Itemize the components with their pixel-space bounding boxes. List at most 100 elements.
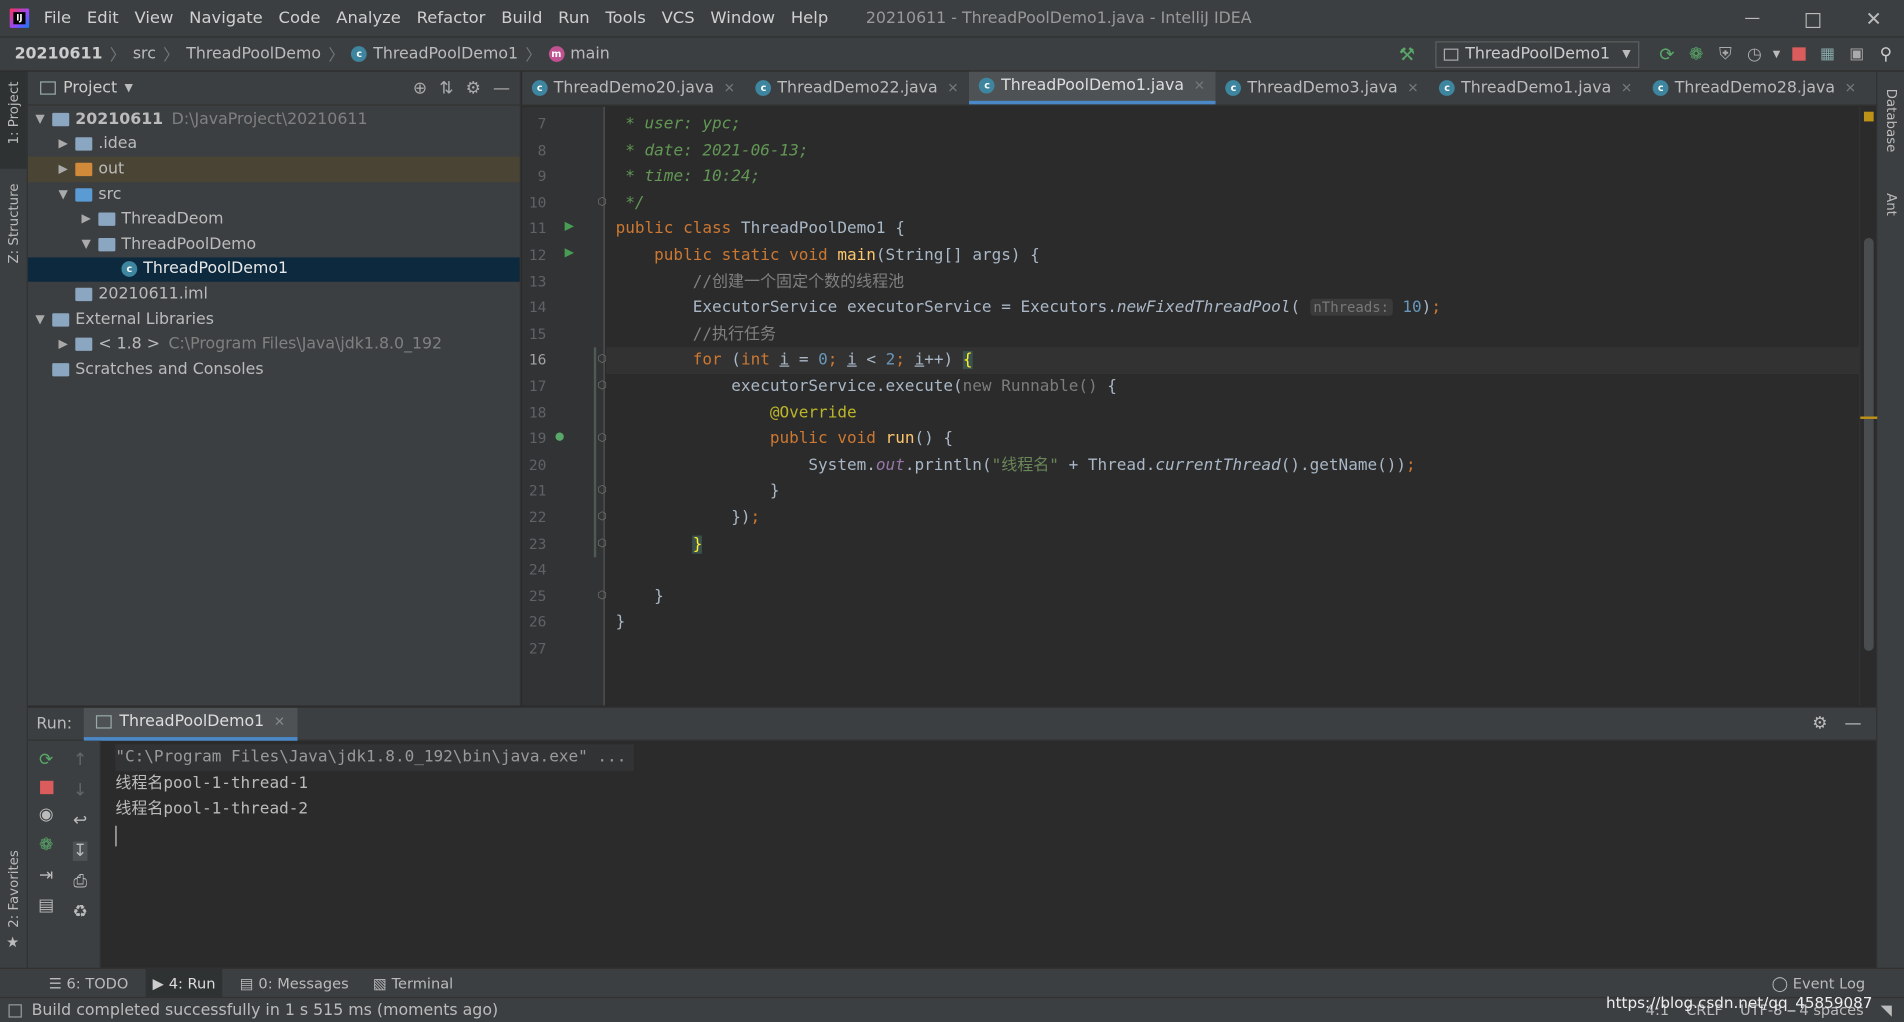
tree-node[interactable]: 20210611.iml bbox=[28, 282, 520, 307]
tree-node[interactable]: ▶ < 1.8 > C:\Program Files\Java\jdk1.8.0_1… bbox=[28, 332, 520, 357]
structure-tool-label[interactable]: Z: Structure bbox=[6, 183, 22, 263]
tree-node[interactable]: ▶ ThreadDeom bbox=[28, 207, 520, 232]
lock-icon[interactable]: ◥ bbox=[1881, 1002, 1892, 1019]
build-hammer-icon[interactable]: ⚒ bbox=[1396, 43, 1418, 65]
chevron-right-icon[interactable]: ▶ bbox=[79, 213, 94, 226]
gear-icon[interactable]: ⚙ bbox=[466, 78, 481, 97]
tree-node[interactable]: c ThreadPoolDemo1 bbox=[27, 256, 520, 282]
tree-node[interactable]: ▶ out bbox=[27, 156, 520, 182]
chevron-down-icon[interactable]: ▼ bbox=[33, 113, 48, 126]
breadcrumb-class[interactable]: ThreadPoolDemo1 bbox=[373, 45, 518, 63]
editor-tab[interactable]: c ThreadDemo22.java ✕ bbox=[746, 72, 970, 105]
layout-toggle-icon[interactable] bbox=[8, 1003, 22, 1017]
editor-tab[interactable]: c ThreadDemo1.java ✕ bbox=[1430, 72, 1644, 105]
menu-run[interactable]: Run bbox=[558, 9, 589, 28]
close-tab-icon[interactable]: ✕ bbox=[947, 80, 958, 96]
breadcrumb-package[interactable]: ThreadPoolDemo bbox=[186, 45, 321, 63]
layout-icon[interactable]: ▤ bbox=[38, 896, 54, 915]
breadcrumb-method[interactable]: main bbox=[570, 45, 609, 63]
soft-wrap-icon[interactable]: ↩ bbox=[73, 811, 87, 830]
stop-icon[interactable] bbox=[39, 780, 53, 795]
hide-panel-icon[interactable]: — bbox=[1845, 714, 1862, 733]
coverage-icon[interactable]: ⛨ bbox=[1714, 43, 1736, 65]
chevron-down-icon[interactable]: ▼ bbox=[1773, 49, 1780, 60]
run-tab[interactable]: ThreadPoolDemo1 ✕ bbox=[84, 707, 298, 741]
chevron-down-icon[interactable]: ▼ bbox=[79, 238, 94, 251]
locate-icon[interactable]: ⊕ bbox=[413, 78, 427, 97]
menu-view[interactable]: View bbox=[134, 9, 173, 28]
chevron-down-icon[interactable]: ▼ bbox=[56, 188, 71, 201]
menu-edit[interactable]: Edit bbox=[87, 9, 119, 28]
close-tab-icon[interactable]: ✕ bbox=[1407, 80, 1418, 96]
stop-icon[interactable] bbox=[1787, 43, 1809, 65]
debug-icon[interactable]: ❁ bbox=[39, 835, 53, 854]
close-tab-icon[interactable]: ✕ bbox=[724, 80, 735, 96]
arrow-down-icon[interactable]: ↓ bbox=[73, 781, 87, 800]
run-gutter-icon[interactable]: ▶ bbox=[565, 247, 574, 260]
trash-icon[interactable]: ♻ bbox=[73, 902, 88, 921]
rerun-icon[interactable]: ⟳ bbox=[39, 750, 53, 769]
editor-tab[interactable]: c ThreadDemo28.java ✕ bbox=[1643, 72, 1867, 105]
close-tab-icon[interactable]: ✕ bbox=[1845, 80, 1856, 96]
close-tab-icon[interactable]: ✕ bbox=[1621, 80, 1632, 96]
menu-refactor[interactable]: Refactor bbox=[417, 9, 486, 28]
debug-icon[interactable]: ❁ bbox=[1685, 43, 1707, 65]
code-area[interactable]: * user: ypc; * date: 2021-06-13; * time:… bbox=[605, 107, 1860, 706]
menu-analyze[interactable]: Analyze bbox=[336, 9, 401, 28]
terminal-tool-button[interactable]: ▧ Terminal bbox=[366, 974, 461, 991]
editor-tab[interactable]: c ThreadPoolDemo1.java ✕ bbox=[969, 71, 1216, 105]
collapse-all-icon[interactable]: ⇅ bbox=[439, 78, 453, 97]
profile-icon[interactable]: ◷ bbox=[1744, 43, 1766, 65]
rerun-icon[interactable]: ⟳ bbox=[1656, 43, 1678, 65]
tree-node[interactable]: ▼ External Libraries bbox=[28, 307, 520, 332]
menu-file[interactable]: File bbox=[44, 9, 71, 28]
ant-tool-label[interactable]: Ant bbox=[1883, 193, 1899, 216]
database-tool-label[interactable]: Database bbox=[1883, 89, 1899, 153]
editor-tab[interactable]: c ThreadDemo3.java ✕ bbox=[1216, 72, 1430, 105]
run-config-select[interactable]: ThreadPoolDemo1 ▼ bbox=[1434, 40, 1640, 68]
menu-navigate[interactable]: Navigate bbox=[189, 9, 263, 28]
tree-node[interactable]: ▼ src bbox=[28, 182, 520, 207]
chevron-right-icon[interactable]: ▶ bbox=[56, 163, 71, 176]
chevron-right-icon[interactable]: ▶ bbox=[56, 138, 71, 151]
search-icon[interactable]: ⚲ bbox=[1875, 43, 1897, 65]
messages-tool-button[interactable]: ▤ 0: Messages bbox=[233, 974, 356, 991]
run-tool-button[interactable]: ▶ 4: Run bbox=[145, 969, 223, 997]
minimize-icon[interactable]: — bbox=[1722, 7, 1783, 30]
tree-node[interactable]: ▶ .idea bbox=[28, 132, 520, 157]
project-tool-label[interactable]: 1: Project bbox=[6, 82, 22, 145]
menu-vcs[interactable]: VCS bbox=[662, 9, 695, 28]
close-tab-icon[interactable]: ✕ bbox=[1194, 78, 1205, 94]
override-gutter-icon[interactable]: ● bbox=[555, 431, 565, 443]
tree-node[interactable]: Scratches and Consoles bbox=[28, 357, 520, 382]
todo-tool-button[interactable]: ☰ 6: TODO bbox=[41, 974, 135, 991]
run-gutter-icon[interactable]: ▶ bbox=[565, 220, 574, 233]
status-message[interactable]: Build completed successfully in 1 s 515 … bbox=[32, 1001, 499, 1019]
menu-tools[interactable]: Tools bbox=[605, 9, 645, 28]
editor-tab[interactable]: cThre bbox=[1867, 72, 1876, 105]
console-output[interactable]: "C:\Program Files\Java\jdk1.8.0_192\bin\… bbox=[101, 741, 1876, 968]
menu-help[interactable]: Help bbox=[791, 9, 828, 28]
print-icon[interactable]: ⎙ bbox=[73, 872, 87, 891]
breadcrumb-project[interactable]: 20210611 bbox=[15, 45, 103, 63]
scrollbar-thumb[interactable] bbox=[1863, 238, 1874, 651]
event-log-button[interactable]: ◯ Event Log bbox=[1772, 974, 1866, 991]
close-window-icon[interactable]: ✕ bbox=[1843, 7, 1904, 30]
breadcrumb-src[interactable]: src bbox=[133, 45, 156, 63]
gear-icon[interactable]: ⚙ bbox=[1812, 714, 1827, 733]
scroll-to-end-icon[interactable]: ↧ bbox=[73, 841, 88, 861]
arrow-up-icon[interactable]: ↑ bbox=[73, 750, 87, 769]
favorites-tool-label[interactable]: 2: Favorites bbox=[6, 850, 22, 928]
maximize-icon[interactable]: □ bbox=[1783, 7, 1844, 30]
chevron-right-icon[interactable]: ▶ bbox=[56, 338, 71, 351]
exit-icon[interactable]: ⇥ bbox=[39, 866, 53, 885]
menu-window[interactable]: Window bbox=[710, 9, 775, 28]
chevron-down-icon[interactable]: ▼ bbox=[33, 313, 48, 326]
chevron-down-icon[interactable]: ▼ bbox=[124, 82, 132, 94]
editor-tab[interactable]: c ThreadDemo20.java ✕ bbox=[522, 72, 746, 105]
close-tab-icon[interactable]: ✕ bbox=[274, 714, 285, 730]
menu-build[interactable]: Build bbox=[501, 9, 542, 28]
project-panel-title[interactable]: Project bbox=[63, 79, 117, 97]
project-structure-icon[interactable]: ▦ bbox=[1817, 43, 1839, 65]
tree-node[interactable]: ▼ ThreadPoolDemo bbox=[28, 232, 520, 257]
